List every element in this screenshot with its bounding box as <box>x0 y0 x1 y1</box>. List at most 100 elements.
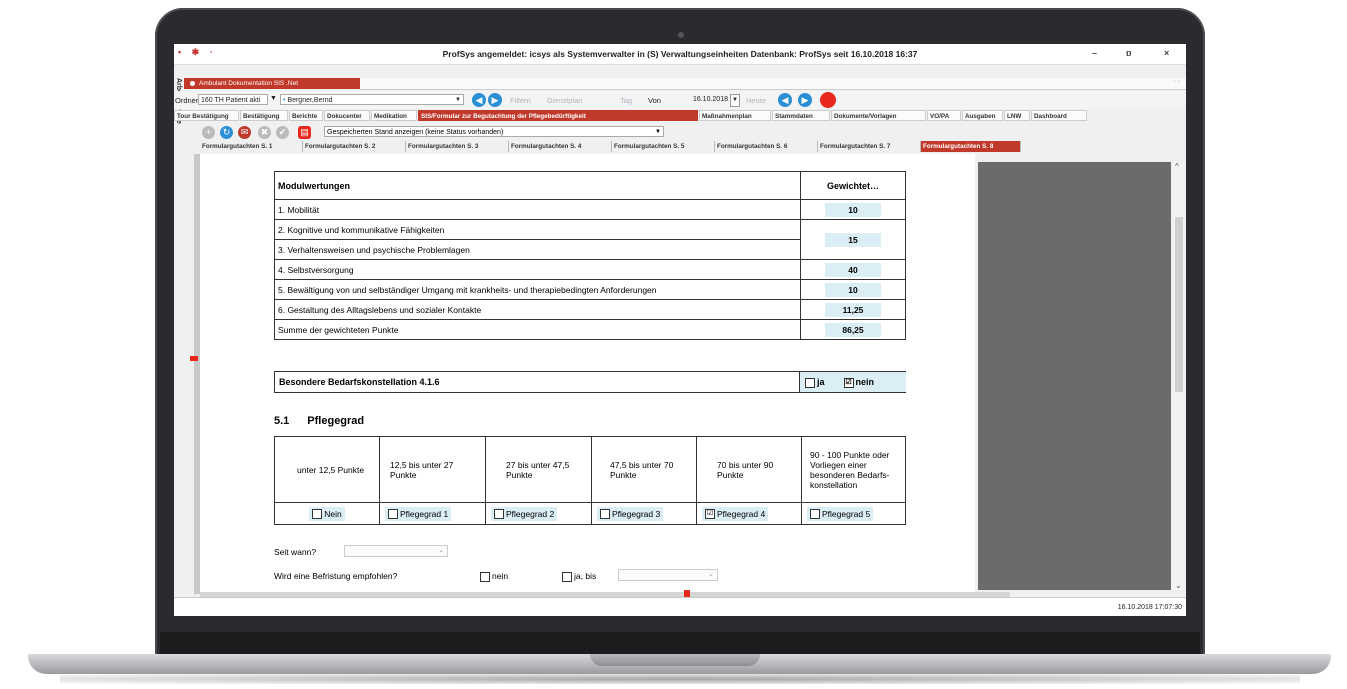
refresh-icon[interactable]: ↻ <box>220 126 233 139</box>
tab-berichte[interactable]: Berichte <box>289 110 323 121</box>
nein-checkbox[interactable] <box>312 509 323 520</box>
tab-medikation[interactable]: Medikation <box>371 110 417 121</box>
modul-row-label: 2. Kognitive und kommunikative Fähigkeit… <box>274 219 801 240</box>
scroll-down-icon[interactable]: ⌄ <box>1175 581 1182 590</box>
chat-icon[interactable]: ✉ <box>238 126 251 139</box>
chevron-down-icon: ⌄ <box>708 571 714 578</box>
subtab-s2[interactable]: Formulargutachten S. 2 <box>303 141 406 152</box>
calendar-dropdown-icon: ▼ <box>730 94 740 107</box>
date-value: 16.10.2018 <box>692 96 728 103</box>
subtab-s8[interactable]: Formulargutachten S. 8 <box>921 141 1021 152</box>
tab-stammdaten[interactable]: Stammdaten <box>772 110 830 121</box>
pflegegrad-5-checkbox[interactable] <box>810 509 820 520</box>
pflegegrad-1-checkbox[interactable] <box>388 509 398 520</box>
tab-bestaetigung[interactable]: Bestätigung <box>240 110 288 121</box>
delete-icon[interactable]: ✖ <box>258 126 271 139</box>
arrow-left-icon[interactable]: ◀ <box>472 93 486 107</box>
seit-wann-select[interactable]: ⌄ <box>344 545 448 557</box>
ja-checkbox[interactable] <box>805 377 815 388</box>
screen: • ✱ · ProfSys angemeldet: icsys als Syst… <box>174 44 1186 616</box>
befristung-date-select[interactable]: ⌄ <box>618 569 718 581</box>
range-cell: unter 12,5 Punkte <box>274 436 380 503</box>
document-tab[interactable]: Ambulant Dokumentation SIS .Net <box>184 78 365 89</box>
option-pflegegrad-5[interactable]: Pflegegrad 5 <box>807 506 874 521</box>
subtab-s4[interactable]: Formulargutachten S. 4 <box>509 141 612 152</box>
option-cell: Pflegegrad 3 <box>591 502 697 525</box>
tab-ausgaben[interactable]: Ausgaben <box>962 110 1003 121</box>
option-pflegegrad-2[interactable]: Pflegegrad 2 <box>491 506 558 521</box>
ordner-select[interactable]: 160 TH Patient akti <box>198 94 268 105</box>
date-next-icon[interactable]: ▶ <box>798 93 812 107</box>
befristung-label: Wird eine Befristung empfohlen? <box>274 571 398 581</box>
modul-row-value-cell: 15 <box>800 219 906 260</box>
minimize-button[interactable]: – <box>1092 48 1097 58</box>
more-icon[interactable]: · · <box>1173 78 1180 85</box>
scroll-thumb[interactable] <box>1175 217 1183 392</box>
modul-value[interactable]: 11,25 <box>825 302 881 317</box>
tab-sis-formular[interactable]: SIS/Formular zur Begutachtung der Pflege… <box>418 110 698 121</box>
subtab-s1[interactable]: Formulargutachten S. 1 <box>200 141 303 152</box>
option-pflegegrad-3[interactable]: Pflegegrad 3 <box>597 506 664 521</box>
option-cell: Pflegegrad 1 <box>379 502 486 525</box>
nein-checkbox[interactable]: ☑ <box>843 377 854 388</box>
tab-lnw[interactable]: LNW <box>1004 110 1030 121</box>
option-nein[interactable]: Nein <box>309 506 345 521</box>
tab-dokumente-vorlagen[interactable]: Dokumente/Vorlagen <box>831 110 926 121</box>
pdf-icon[interactable]: ▤ <box>298 126 311 139</box>
subtab-s6[interactable]: Formulargutachten S. 6 <box>715 141 818 152</box>
tab-dokucenter[interactable]: Dokucenter <box>324 110 370 121</box>
pflegegrad-4-checkbox[interactable]: ☑ <box>705 509 715 520</box>
befristung-nein: nein <box>480 571 508 582</box>
laptop-shadow <box>60 674 1300 684</box>
modul-value[interactable]: 40 <box>825 262 881 277</box>
chevron-down-icon: ⌄ <box>438 547 444 554</box>
vertical-scrollbar[interactable]: ^ ⌄ <box>1172 162 1186 590</box>
date-select[interactable]: 16.10.2018 ▼ <box>670 94 742 107</box>
pflegegrad-3-checkbox[interactable] <box>600 509 610 520</box>
tab-vo-pa[interactable]: VO/PA <box>927 110 961 121</box>
modul-value[interactable]: 10 <box>825 282 881 297</box>
option-label: Pflegegrad 1 <box>400 508 449 519</box>
pflegegrad-2-checkbox[interactable] <box>494 509 504 520</box>
stand-select-value: Gespeicherten Stand anzeigen (keine Stat… <box>327 129 504 136</box>
stand-select[interactable]: Gespeicherten Stand anzeigen (keine Stat… <box>324 126 664 137</box>
modul-row-label: 5. Bewältigung von und selbständiger Umg… <box>274 279 801 300</box>
scroll-up-icon[interactable]: ^ <box>1175 162 1179 171</box>
option-pflegegrad-1[interactable]: Pflegegrad 1 <box>385 506 452 521</box>
tab-dashboard[interactable]: Dashboard <box>1031 110 1087 121</box>
modul-value[interactable]: 15 <box>825 232 881 247</box>
subtab-s5[interactable]: Formulargutachten S. 5 <box>612 141 715 152</box>
filter-label[interactable]: Filtern <box>510 96 531 105</box>
von-label[interactable]: Von <box>648 96 661 105</box>
subtab-s7[interactable]: Formulargutachten S. 7 <box>818 141 921 152</box>
close-button[interactable]: × <box>1164 48 1169 58</box>
date-prev-icon[interactable]: ◀ <box>778 93 792 107</box>
restore-button[interactable]: ɒ <box>1126 48 1132 58</box>
dienstplan-label[interactable]: Dienstplan <box>547 96 582 105</box>
ordner-label: Ordner <box>175 96 199 105</box>
subtab-s3[interactable]: Formulargutachten S. 3 <box>406 141 509 152</box>
modulwertungen-table: Modulwertungen Gewichtet… 1. Mobilität 1… <box>274 171 906 340</box>
befristung-ja-checkbox[interactable] <box>562 571 572 582</box>
ordner-row: Ordner 160 TH Patient akti ▼ • Bergner,B… <box>174 91 1186 109</box>
record-icon[interactable] <box>820 92 836 108</box>
option-pflegegrad-4[interactable]: ☑ Pflegegrad 4 <box>702 506 769 521</box>
tab-massnahmenplan[interactable]: Maßnahmenplan <box>699 110 771 121</box>
close-dot-icon[interactable] <box>190 80 195 86</box>
heute-label[interactable]: Heute <box>746 96 766 105</box>
chevron-down-icon: ▼ <box>455 97 461 103</box>
add-icon[interactable]: + <box>202 126 215 139</box>
modul-row-value-cell: 10 <box>800 199 906 220</box>
patient-select[interactable]: • Bergner,Bernd ▼ <box>280 94 464 105</box>
option-cell: ☑ Pflegegrad 4 <box>696 502 802 525</box>
modul-header: Modulwertungen <box>274 171 801 200</box>
befristung-nein-checkbox[interactable] <box>480 571 490 582</box>
besondere-options: ja ☑ nein <box>799 372 906 392</box>
check-icon[interactable]: ✔ <box>276 126 289 139</box>
tag-label[interactable]: Tag <box>620 96 632 105</box>
tab-tour-bestaetigung[interactable]: Tour Bestätigung <box>174 110 239 121</box>
ordner-dropdown-icon[interactable]: ▼ <box>270 95 277 102</box>
document-tab-label: Ambulant Dokumentation SIS .Net <box>199 80 298 87</box>
modul-value[interactable]: 10 <box>825 202 881 217</box>
arrow-right-icon[interactable]: ▶ <box>488 93 502 107</box>
